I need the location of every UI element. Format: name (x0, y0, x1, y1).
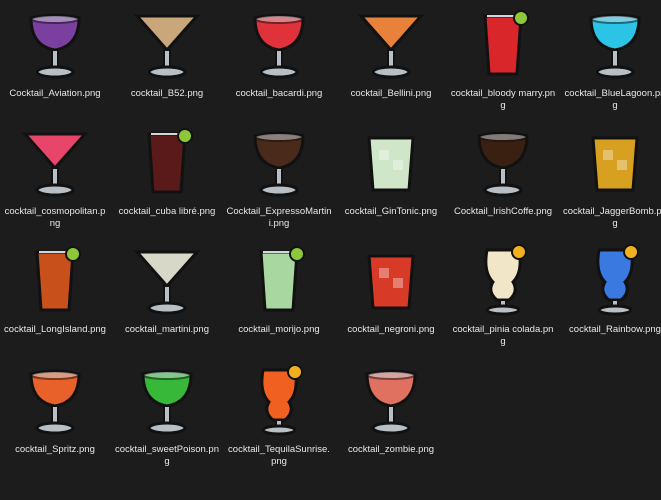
cocktail-tequila-sunrise-icon (243, 362, 315, 438)
cocktail-bacardi-icon (243, 6, 315, 82)
file-item[interactable]: cocktail_GinTonic.png (336, 118, 446, 238)
file-grid: Cocktail_Aviation.png cocktail_B52.png c… (0, 0, 661, 500)
file-name: cocktail_Spritz.png (15, 444, 95, 455)
file-name: Cocktail_ExpressoMartini.png (226, 206, 332, 229)
cocktail-zombie-icon (355, 362, 427, 438)
file-name: cocktail_negroni.png (347, 324, 435, 335)
cocktail-spritz-icon (19, 362, 91, 438)
file-item[interactable]: cocktail_Spritz.png (0, 356, 110, 476)
file-item[interactable]: Cocktail_Aviation.png (0, 0, 110, 120)
file-item[interactable]: cocktail_morijo.png (224, 236, 334, 356)
cocktail-irish-coffee-icon (467, 124, 539, 200)
file-item[interactable]: cocktail_cosmopolitan.png (0, 118, 110, 238)
file-item[interactable]: cocktail_pinia colada.png (448, 236, 558, 356)
cocktail-cuba-libre-icon (131, 124, 203, 200)
file-item[interactable]: Cocktail_IrishCoffe.png (448, 118, 558, 238)
file-name: cocktail_JaggerBomb.png (562, 206, 661, 229)
cocktail-long-island-icon (19, 242, 91, 318)
cocktail-b52-icon (131, 6, 203, 82)
file-item[interactable]: cocktail_B52.png (112, 0, 222, 120)
file-item[interactable]: cocktail_TequilaSunrise.png (224, 356, 334, 476)
file-name: cocktail_martini.png (125, 324, 209, 335)
cocktail-martini-icon (131, 242, 203, 318)
file-name: Cocktail_IrishCoffe.png (453, 206, 553, 217)
file-name: cocktail_LongIsland.png (4, 324, 106, 335)
file-item[interactable]: cocktail_Bellini.png (336, 0, 446, 120)
cocktail-mojito-icon (243, 242, 315, 318)
cocktail-sweet-poison-icon (131, 362, 203, 438)
file-name: cocktail_Bellini.png (350, 88, 432, 99)
cocktail-pina-colada-icon (467, 242, 539, 318)
file-item[interactable]: cocktail_zombie.png (336, 356, 446, 476)
file-name: Cocktail_Aviation.png (9, 88, 101, 99)
file-name: cocktail_bloody marry.png (450, 88, 556, 111)
file-item[interactable]: cocktail_cuba libré.png (112, 118, 222, 238)
cocktail-blue-lagoon-icon (579, 6, 651, 82)
cocktail-rainbow-icon (579, 242, 651, 318)
file-name: cocktail_Rainbow.png (569, 324, 661, 335)
file-item[interactable]: cocktail_Rainbow.png (560, 236, 661, 356)
file-item[interactable]: Cocktail_ExpressoMartini.png (224, 118, 334, 238)
cocktail-expresso-martini-icon (243, 124, 315, 200)
cocktail-bloody-marry-icon (467, 6, 539, 82)
file-item[interactable]: cocktail_JaggerBomb.png (560, 118, 661, 238)
file-name: cocktail_morijo.png (238, 324, 320, 335)
cocktail-jagger-bomb-icon (579, 124, 651, 200)
file-item[interactable]: cocktail_LongIsland.png (0, 236, 110, 356)
file-name: cocktail_cosmopolitan.png (4, 206, 106, 229)
file-name: cocktail_zombie.png (347, 444, 435, 455)
file-name: cocktail_cuba libré.png (118, 206, 216, 217)
file-name: cocktail_sweetPoison.png (114, 444, 220, 467)
file-item[interactable]: cocktail_negroni.png (336, 236, 446, 356)
file-item[interactable]: cocktail_BlueLagoon.png (560, 0, 661, 120)
file-name: cocktail_TequilaSunrise.png (228, 444, 330, 467)
file-item[interactable]: cocktail_sweetPoison.png (112, 356, 222, 476)
file-item[interactable]: cocktail_bacardi.png (224, 0, 334, 120)
file-name: cocktail_pinia colada.png (452, 324, 554, 347)
cocktail-bellini-icon (355, 6, 427, 82)
cocktail-aviation-icon (19, 6, 91, 82)
file-item[interactable]: cocktail_bloody marry.png (448, 0, 558, 120)
file-item[interactable]: cocktail_martini.png (112, 236, 222, 356)
file-name: cocktail_B52.png (130, 88, 204, 99)
file-name: cocktail_bacardi.png (235, 88, 323, 99)
file-name: cocktail_GinTonic.png (344, 206, 438, 217)
cocktail-negroni-icon (355, 242, 427, 318)
file-name: cocktail_BlueLagoon.png (564, 88, 661, 111)
cocktail-gin-tonic-icon (355, 124, 427, 200)
cocktail-cosmopolitan-icon (19, 124, 91, 200)
